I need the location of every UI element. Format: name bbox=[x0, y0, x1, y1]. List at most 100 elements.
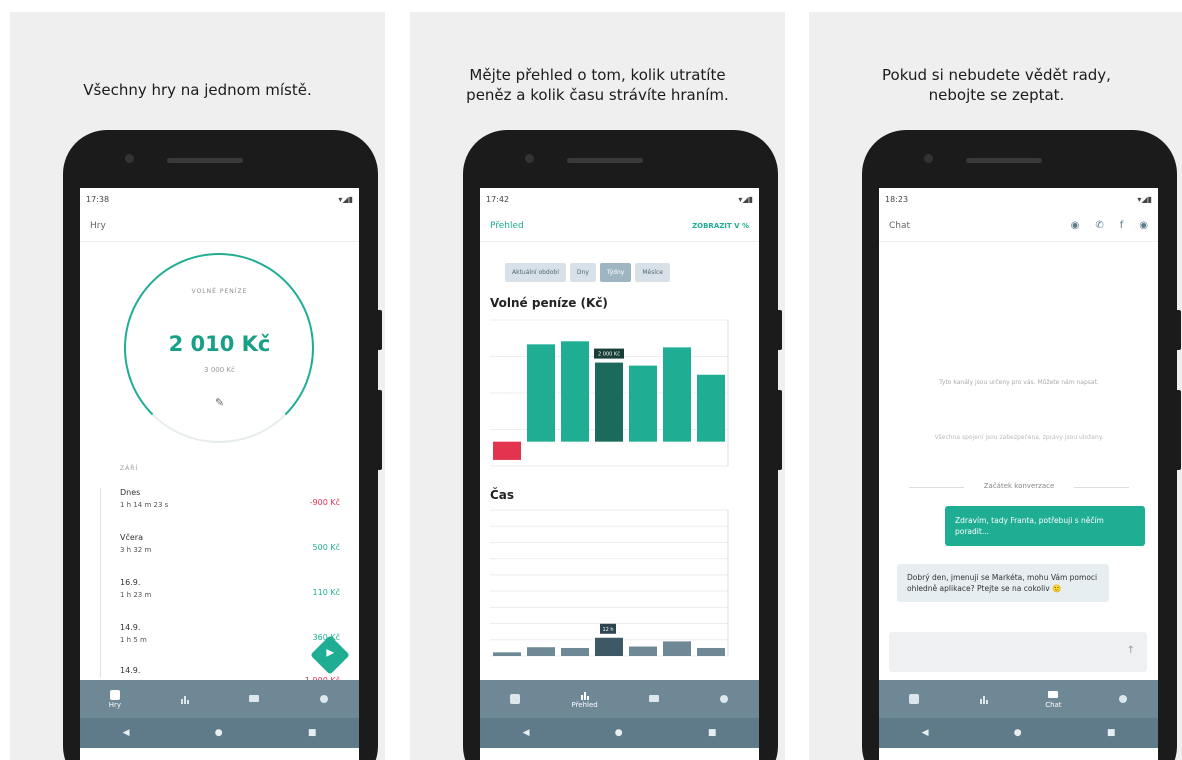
nav-overview[interactable] bbox=[150, 680, 220, 718]
messenger-icon[interactable]: ◉ bbox=[1139, 220, 1148, 231]
ring-label: VOLNÉ PENÍZE bbox=[191, 288, 248, 295]
filter-weeks[interactable]: Týdny bbox=[599, 263, 632, 282]
home-icon[interactable]: ● bbox=[1014, 728, 1022, 738]
month-label: ZÁŘÍ bbox=[120, 465, 139, 472]
chat-security-text: Všechna spojení jsou zabezpečena, zprávy… bbox=[934, 434, 1104, 441]
ring-limit: 3 000 Kč bbox=[204, 366, 235, 374]
status-time: 18:23 bbox=[885, 194, 909, 204]
nav-label: Přehled bbox=[571, 701, 598, 709]
recents-icon[interactable]: ■ bbox=[708, 728, 717, 738]
phone-frame: 17:38 ▾◢▮ Hry VOLNÉ PENÍZE 2 010 Kč 3 00… bbox=[63, 130, 382, 760]
nav-games[interactable] bbox=[879, 680, 949, 718]
nav-settings[interactable] bbox=[289, 680, 359, 718]
back-icon[interactable]: ◀ bbox=[523, 728, 530, 738]
dice-icon bbox=[509, 694, 520, 704]
status-bar: 18:23 ▾◢▮ bbox=[879, 188, 1158, 210]
money-bar[interactable] bbox=[595, 362, 623, 442]
time-bar[interactable] bbox=[629, 646, 657, 656]
power-button bbox=[1175, 310, 1181, 350]
bar-chart-icon bbox=[979, 696, 988, 704]
money-bar[interactable] bbox=[561, 341, 589, 442]
time-bar[interactable] bbox=[663, 641, 691, 656]
back-icon[interactable]: ◀ bbox=[922, 728, 929, 738]
back-icon[interactable]: ◀ bbox=[123, 728, 130, 738]
money-chart: 2 000 Kč bbox=[490, 319, 729, 467]
day-amount: -900 Kč bbox=[309, 498, 340, 507]
home-icon[interactable]: ● bbox=[615, 728, 623, 738]
system-nav: ◀ ● ■ bbox=[480, 718, 759, 748]
money-chart-title: Volné peníze (Kč) bbox=[490, 296, 608, 310]
filter-current[interactable]: Aktuální období bbox=[505, 263, 566, 282]
status-bar: 17:38 ▾◢▮ bbox=[80, 188, 359, 210]
time-chart: 12 h bbox=[490, 509, 729, 657]
bar-chart-icon bbox=[180, 696, 189, 704]
nav-overview[interactable]: Přehled bbox=[550, 680, 620, 718]
home-icon[interactable]: ● bbox=[215, 728, 223, 738]
money-bar[interactable] bbox=[493, 441, 521, 460]
nav-games[interactable]: Hry bbox=[80, 680, 150, 718]
phone-icon[interactable]: ✆ bbox=[1095, 220, 1103, 231]
message-input[interactable]: ↑ bbox=[889, 632, 1147, 672]
nav-chat[interactable] bbox=[620, 680, 690, 718]
time-bar[interactable] bbox=[493, 652, 521, 656]
facebook-icon[interactable]: f bbox=[1120, 220, 1124, 231]
dice-icon bbox=[109, 690, 120, 700]
nav-chat[interactable] bbox=[220, 680, 290, 718]
day-amount: 500 Kč bbox=[312, 543, 340, 552]
volume-button bbox=[1175, 390, 1181, 470]
phone-screen: 17:42 ▾◢▮ Přehled ZOBRAZIT V % Aktuální … bbox=[480, 188, 759, 760]
nav-games[interactable] bbox=[480, 680, 550, 718]
headline-line: nebojte se zeptat. bbox=[928, 86, 1065, 104]
gear-icon bbox=[320, 695, 329, 703]
power-button bbox=[376, 310, 382, 350]
money-bar[interactable] bbox=[527, 344, 555, 442]
headline-line: Pokud si nebudete vědět rady, bbox=[882, 66, 1111, 84]
speaker bbox=[167, 158, 243, 163]
nav-label: Chat bbox=[1045, 701, 1062, 709]
nav-settings[interactable] bbox=[1088, 680, 1158, 718]
edit-icon[interactable]: ✎ bbox=[215, 396, 224, 409]
send-icon[interactable]: ↑ bbox=[1127, 645, 1135, 656]
period-filters: Aktuální období Dny Týdny Měsíce bbox=[505, 263, 670, 282]
contact-icons: ◉ ✆ f ◉ bbox=[1071, 220, 1148, 231]
time-bar[interactable] bbox=[561, 647, 589, 656]
volume-button bbox=[776, 390, 782, 470]
money-bar[interactable] bbox=[663, 347, 691, 442]
system-nav: ◀ ● ■ bbox=[879, 718, 1158, 748]
status-time: 17:42 bbox=[486, 194, 510, 204]
timeline-line bbox=[100, 488, 101, 678]
gear-icon bbox=[1119, 695, 1128, 703]
nav-settings[interactable] bbox=[689, 680, 759, 718]
time-bar[interactable] bbox=[697, 647, 725, 656]
recents-icon[interactable]: ■ bbox=[308, 728, 317, 738]
time-bar[interactable] bbox=[595, 637, 623, 656]
web-icon[interactable]: ◉ bbox=[1071, 220, 1080, 231]
gear-icon bbox=[720, 695, 729, 703]
money-bar[interactable] bbox=[629, 365, 657, 442]
day-row[interactable]: Dnes 1 h 14 m 23 s -900 Kč bbox=[120, 488, 350, 528]
signal-icon: ▾◢▮ bbox=[338, 194, 353, 204]
camera bbox=[525, 154, 534, 163]
nav-chat[interactable]: Chat bbox=[1019, 680, 1089, 718]
outgoing-message: Zdravím, tady Franta, potřebuji s něčím … bbox=[945, 506, 1145, 546]
day-row[interactable]: Včera 3 h 32 m 500 Kč bbox=[120, 533, 350, 573]
conversation-start-divider: Začátek konverzace bbox=[909, 482, 1129, 490]
money-bar[interactable] bbox=[697, 374, 725, 442]
day-date: Dnes bbox=[120, 488, 141, 497]
filter-days[interactable]: Dny bbox=[569, 263, 596, 282]
chat-info-text: Tyto kanály jsou určeny pro vás. Můžete … bbox=[939, 379, 1099, 386]
phone-screen: 17:38 ▾◢▮ Hry VOLNÉ PENÍZE 2 010 Kč 3 00… bbox=[80, 188, 359, 760]
nav-label: Hry bbox=[108, 701, 122, 709]
day-row[interactable]: 16.9. 1 h 23 m 110 Kč bbox=[120, 578, 350, 618]
recents-icon[interactable]: ■ bbox=[1107, 728, 1116, 738]
time-bar[interactable] bbox=[527, 647, 555, 656]
nav-overview[interactable] bbox=[949, 680, 1019, 718]
app-title: Přehled bbox=[490, 220, 524, 231]
filter-months[interactable]: Měsíce bbox=[635, 263, 670, 282]
status-bar: 17:42 ▾◢▮ bbox=[480, 188, 759, 210]
headline-line: peněz a kolik času strávíte hraním. bbox=[466, 86, 729, 104]
volume-button bbox=[376, 390, 382, 470]
headline-line: Mějte přehled o tom, kolik utratíte bbox=[469, 66, 726, 84]
phone-frame: 18:23 ▾◢▮ Chat ◉ ✆ f ◉ Tyto kanály jsou … bbox=[862, 130, 1181, 760]
show-percent-button[interactable]: ZOBRAZIT V % bbox=[692, 222, 749, 230]
